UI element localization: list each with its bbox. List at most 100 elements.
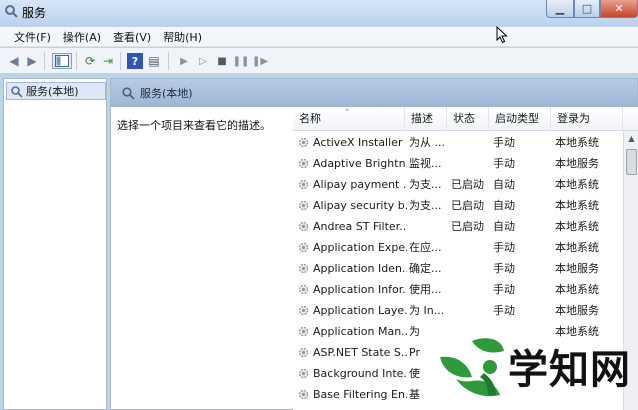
service-startup-cell: 自动 xyxy=(493,199,515,212)
gear-icon xyxy=(298,221,309,232)
menu-help[interactable]: 帮助(H) xyxy=(157,27,208,47)
gear-icon xyxy=(298,326,309,337)
description-text: 选择一个项目来查看它的描述。 xyxy=(117,119,271,132)
maximize-button[interactable]: □ xyxy=(574,0,600,18)
restart-icon[interactable]: ❚▶ xyxy=(252,53,268,69)
tree-node-label: 服务(本地) xyxy=(26,85,79,98)
service-startup-cell: 手动 xyxy=(493,136,515,149)
forward-icon[interactable]: ▶ xyxy=(24,53,40,69)
menu-view[interactable]: 查看(V) xyxy=(107,27,157,47)
help-icon[interactable]: ? xyxy=(127,53,143,69)
toolbar-separator xyxy=(168,52,169,70)
show-tree-icon[interactable] xyxy=(52,53,72,69)
scroll-up-icon[interactable]: ▲ xyxy=(624,131,638,147)
column-status[interactable]: 状态 xyxy=(447,107,489,131)
service-status-cell xyxy=(451,153,491,174)
scroll-thumb[interactable] xyxy=(626,149,637,175)
menu-file[interactable]: 文件(F) xyxy=(8,27,57,47)
column-status-label: 状态 xyxy=(453,112,475,125)
service-row[interactable]: Adaptive Brightn... 监视... 手动 本地服务 xyxy=(293,153,623,174)
service-row[interactable]: Application Iden... 确定... 手动 本地服务 xyxy=(293,258,623,279)
column-description[interactable]: 描述 xyxy=(405,107,447,131)
service-status-cell xyxy=(451,258,491,279)
service-desc-cell: 在应... xyxy=(409,241,442,254)
service-name-cell: Alipay security b... xyxy=(313,199,407,212)
menu-action[interactable]: 操作(A) xyxy=(57,27,107,47)
service-desc-cell: 监视... xyxy=(409,157,442,170)
minimize-button[interactable]: ▁ xyxy=(546,0,574,18)
service-row[interactable]: Application Infor... 使用... 手动 本地系统 xyxy=(293,279,623,300)
service-startup-cell: 手动 xyxy=(493,262,515,275)
column-description-label: 描述 xyxy=(411,112,433,125)
service-startup-cell: 自动 xyxy=(493,220,515,233)
service-status-cell: 已启动 xyxy=(451,220,484,233)
service-logon-cell: 本地系统 xyxy=(555,241,599,254)
gear-icon xyxy=(298,389,309,400)
service-desc-cell: 确定... xyxy=(409,262,442,275)
service-startup-cell: 自动 xyxy=(493,178,515,191)
service-row[interactable]: Application Laye... 为 In... 手动 本地服务 xyxy=(293,300,623,321)
service-row[interactable]: Andrea ST Filter... 已启动 自动 本地系统 xyxy=(293,216,623,237)
column-name[interactable]: ˄ 名称 xyxy=(293,107,405,131)
console-tree: 服务(本地) xyxy=(3,78,107,410)
service-status-cell: 已启动 xyxy=(451,178,484,191)
service-logon-cell: 本地系统 xyxy=(555,283,599,296)
start-alt-icon[interactable]: ▷ xyxy=(195,53,211,69)
service-startup-cell: 手动 xyxy=(493,241,515,254)
service-status-cell: 已启动 xyxy=(451,199,484,212)
column-startup-type[interactable]: 启动类型 xyxy=(489,107,551,131)
service-desc-cell xyxy=(409,216,447,237)
service-logon-cell: 本地系统 xyxy=(555,199,599,212)
service-logon-cell: 本地系统 xyxy=(555,220,599,233)
column-logon-as-label: 登录为 xyxy=(557,112,590,125)
service-startup-cell: 手动 xyxy=(493,304,515,317)
list-header: ˄ 名称 描述 状态 启动类型 登录为 xyxy=(293,107,638,131)
pause-icon[interactable]: ❚❚ xyxy=(233,53,250,69)
mouse-cursor-icon xyxy=(496,26,508,44)
service-name-cell: Application Iden... xyxy=(313,262,407,275)
service-row[interactable]: Alipay payment ... 为支... 已启动 自动 本地系统 xyxy=(293,174,623,195)
properties-icon[interactable]: ▤ xyxy=(146,53,162,69)
service-name-cell: Application Expe... xyxy=(313,241,407,254)
tree-node-services-local[interactable]: 服务(本地) xyxy=(6,82,106,100)
column-logon-as[interactable]: 登录为 xyxy=(551,107,623,131)
gear-magnifier-icon xyxy=(5,5,18,18)
service-name-cell: Alipay payment ... xyxy=(313,178,407,191)
export-icon[interactable]: ⇥ xyxy=(100,53,116,69)
gear-magnifier-icon xyxy=(122,87,135,100)
service-logon-cell: 本地系统 xyxy=(555,136,599,149)
service-name-cell: Application Laye... xyxy=(313,304,407,317)
service-name-cell: Application Man... xyxy=(313,325,407,338)
service-logon-cell: 本地服务 xyxy=(555,262,599,275)
service-desc-cell: 为支... xyxy=(409,199,442,212)
gear-icon xyxy=(298,263,309,274)
title-bar: 服务 ▁ □ ✕ xyxy=(0,0,638,24)
details-header-title: 服务(本地) xyxy=(140,87,193,100)
gear-icon xyxy=(298,200,309,211)
window-title: 服务 xyxy=(22,6,47,20)
details-header: 服务(本地) xyxy=(111,79,637,107)
close-button[interactable]: ✕ xyxy=(600,0,638,18)
service-logon-cell: 本地系统 xyxy=(555,178,599,191)
service-startup-cell: 手动 xyxy=(493,157,515,170)
service-name-cell: Adaptive Brightn... xyxy=(313,157,407,170)
stop-icon[interactable]: ■ xyxy=(214,53,230,69)
service-row[interactable]: Alipay security b... 为支... 已启动 自动 本地系统 xyxy=(293,195,623,216)
sort-ascending-icon: ˄ xyxy=(345,109,350,119)
service-row[interactable]: ActiveX Installer ... 为从 ... 手动 本地系统 xyxy=(293,132,623,153)
refresh-icon[interactable]: ⟳ xyxy=(82,53,98,69)
column-name-label: 名称 xyxy=(299,112,321,125)
start-icon[interactable]: ▶ xyxy=(176,53,192,69)
service-name-cell: ActiveX Installer ... xyxy=(313,136,407,149)
service-logon-cell: 本地服务 xyxy=(555,304,599,317)
toolbar-separator xyxy=(76,52,77,70)
service-status-cell xyxy=(451,237,491,258)
gear-icon xyxy=(298,305,309,316)
gear-icon xyxy=(298,137,309,148)
toolbar-separator xyxy=(120,52,121,70)
gear-icon xyxy=(298,368,309,379)
service-name-cell: Andrea ST Filter... xyxy=(313,220,407,233)
service-row[interactable]: Application Expe... 在应... 手动 本地系统 xyxy=(293,237,623,258)
service-desc-cell: 为从 ... xyxy=(409,136,445,149)
back-icon[interactable]: ◀ xyxy=(6,53,22,69)
